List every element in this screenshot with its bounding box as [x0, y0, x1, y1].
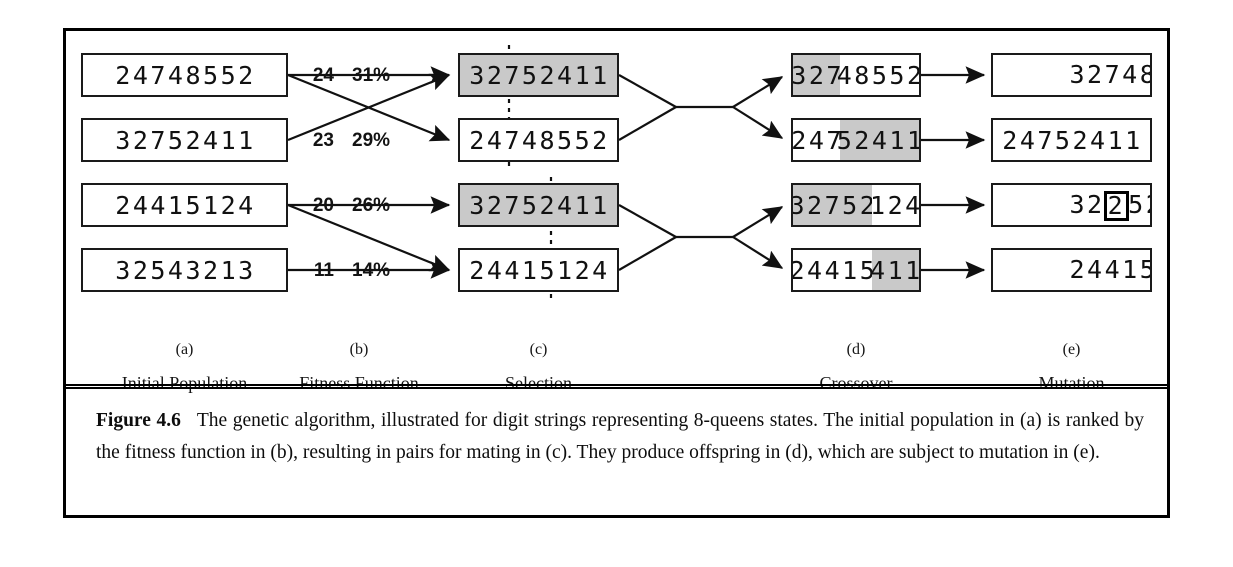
- mutated-digit: 2: [1103, 190, 1130, 222]
- chromosome-string: 32252124: [1069, 189, 1150, 222]
- mating-line-in-1a: [618, 74, 677, 108]
- chromosome-string: 32543213: [115, 255, 256, 285]
- column-letter-a: (a): [175, 341, 194, 358]
- crossover-segment-partner: 124: [870, 185, 919, 225]
- chromosome-string: 24415417: [993, 250, 1151, 290]
- fitness-value-4: 11: [313, 260, 334, 281]
- chromosome-string: 24748552: [115, 60, 256, 90]
- chromosome-string: 24415124: [115, 190, 256, 220]
- selection-box-1: 32752411: [458, 53, 619, 97]
- initial-population-box-3: 24415124: [81, 183, 288, 227]
- chromosome-string: 24415124: [469, 255, 610, 285]
- crossover-segment-partner: 48552: [837, 55, 919, 95]
- mutation-box-3: 32252124: [991, 183, 1152, 227]
- fitness-percent-1: 31%: [352, 65, 391, 86]
- chromosome-string: 24752411: [1002, 125, 1143, 155]
- mating-arrow-out-2a: [732, 206, 784, 238]
- chromosome-string: 32752411: [469, 190, 610, 220]
- mating-line-in-1b: [618, 106, 677, 141]
- crossover-segment-inherited: 411: [870, 250, 919, 290]
- fitness-percent-4: 14%: [352, 260, 391, 281]
- chromosome-string: 32752411: [469, 60, 610, 90]
- crossover-segment-inherited: 327: [793, 55, 841, 95]
- mating-arrow-out-2b: [732, 236, 784, 269]
- column-letter-c: (c): [529, 341, 548, 358]
- diagram-area: 24748552 32752411 24415124 32543213 24 3…: [66, 31, 1167, 393]
- column-letter-e: (e): [1062, 341, 1081, 358]
- initial-population-box-2: 32752411: [81, 118, 288, 162]
- crossover-segment-inherited: 52411: [837, 120, 919, 160]
- caption-text: The genetic algorithm, illustrated for d…: [96, 410, 1144, 463]
- crossover-box-4: 24415 411: [791, 248, 921, 292]
- mating-line-in-2b: [618, 236, 677, 271]
- figure-frame: 24748552 32752411 24415124 32543213 24 3…: [63, 28, 1170, 518]
- fitness-percent-3: 26%: [352, 195, 391, 216]
- mating-arrow-out-1b: [732, 106, 784, 139]
- column-letter-d: (d): [846, 341, 866, 358]
- initial-population-box-1: 24748552: [81, 53, 288, 97]
- crossover-segment-partner: 247: [793, 120, 841, 160]
- crossover-segment-partner: 24415: [793, 250, 875, 290]
- mutation-box-1: 32748152: [991, 53, 1152, 97]
- mating-arrow-out-1a: [732, 76, 784, 108]
- crossover-box-2: 247 52411: [791, 118, 921, 162]
- chromosome-string: 32748152: [993, 55, 1151, 95]
- figure-caption: Figure 4.6 The genetic algorithm, illustr…: [96, 405, 1144, 468]
- fitness-percent-2: 29%: [352, 130, 391, 151]
- mutation-box-4: 24415417: [991, 248, 1152, 292]
- crossover-box-1: 327 48552: [791, 53, 921, 97]
- column-letter-b: (b): [349, 341, 369, 358]
- figure-caption-divider: [66, 384, 1167, 389]
- fitness-value-1: 24: [312, 65, 334, 86]
- chromosome-string: 24748552: [469, 125, 610, 155]
- mutation-box-2: 24752411: [991, 118, 1152, 162]
- crossover-segment-inherited: 32752: [793, 185, 875, 225]
- crossover-box-3: 32752 124: [791, 183, 921, 227]
- figure-number: Figure 4.6: [96, 410, 181, 431]
- fitness-value-3: 20: [312, 195, 334, 216]
- mating-line-in-2a: [618, 204, 677, 238]
- initial-population-box-4: 32543213: [81, 248, 288, 292]
- chromosome-string: 32752411: [115, 125, 256, 155]
- selection-box-3: 32752411: [458, 183, 619, 227]
- fitness-value-2: 23: [312, 130, 334, 151]
- selection-box-2: 24748552: [458, 118, 619, 162]
- selection-box-4: 24415124: [458, 248, 619, 292]
